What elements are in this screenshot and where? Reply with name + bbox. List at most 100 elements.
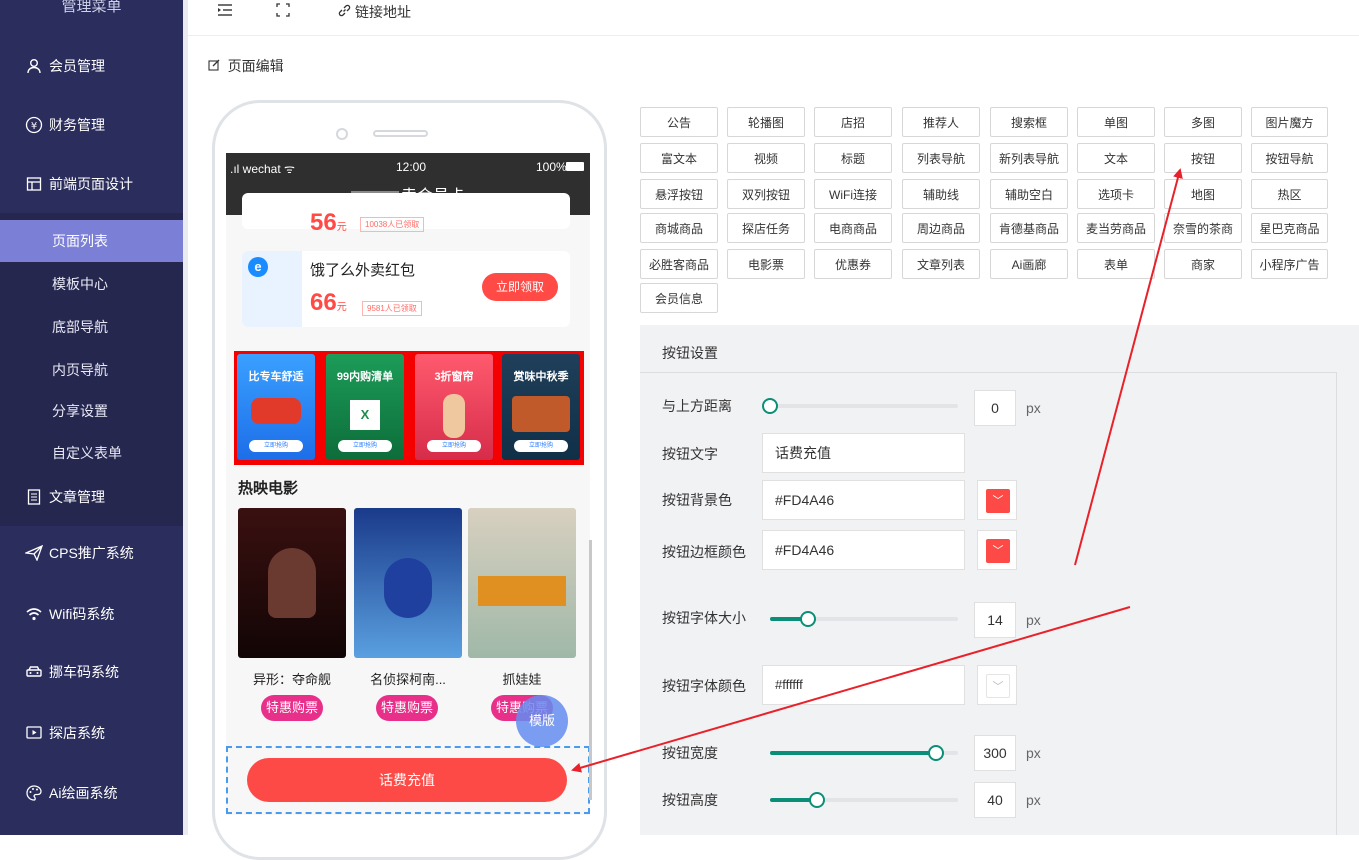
component-button[interactable]: 周边商品 — [902, 213, 980, 243]
movie-poster[interactable] — [354, 508, 462, 658]
sidebar-subitem-bottom-nav[interactable]: 底部导航 — [0, 306, 183, 348]
component-button[interactable]: 热区 — [1251, 179, 1328, 209]
component-button[interactable]: 按钮 — [1164, 143, 1242, 173]
height-input[interactable]: 40 — [974, 782, 1016, 818]
slider-knob[interactable] — [800, 611, 816, 627]
sidebar-item-parking[interactable]: 挪车码系统 — [0, 643, 183, 701]
component-button[interactable]: 视频 — [727, 143, 805, 173]
component-button[interactable]: 商城商品 — [640, 213, 718, 243]
component-button[interactable]: 必胜客商品 — [640, 249, 718, 279]
sidebar-item-cps[interactable]: CPS推广系统 — [0, 524, 183, 582]
excel-icon: X — [350, 400, 380, 430]
component-button[interactable]: 双列按钮 — [727, 179, 805, 209]
component-button[interactable]: 搜索框 — [990, 107, 1068, 137]
buy-ticket-button[interactable]: 特惠购票 — [376, 695, 438, 721]
component-button[interactable]: 悬浮按钮 — [640, 179, 718, 209]
component-button[interactable]: 图片魔方 — [1251, 107, 1328, 137]
slider-knob[interactable] — [762, 398, 778, 414]
promo-banner: 比专车舒适 立即抢购 99内购清单 X 立即抢购 3折窗帘 立即抢购 赏味中秋季… — [234, 351, 584, 465]
height-slider[interactable] — [770, 792, 958, 808]
font-size-input[interactable]: 14 — [974, 602, 1016, 638]
font-color-input[interactable]: #ffffff — [762, 665, 965, 705]
component-button[interactable]: 辅助空白 — [990, 179, 1068, 209]
sidebar-subitem-page-list[interactable]: 页面列表 — [0, 220, 183, 262]
link-address-button[interactable]: 链接地址 — [338, 2, 411, 22]
sidebar-item-members[interactable]: 会员管理 — [0, 37, 183, 95]
buy-ticket-button[interactable]: 特惠购票 — [261, 695, 323, 721]
component-button[interactable]: 电影票 — [727, 249, 805, 279]
slider-knob[interactable] — [928, 745, 944, 761]
component-button[interactable]: 选项卡 — [1077, 179, 1155, 209]
slider-knob[interactable] — [809, 792, 825, 808]
component-button[interactable]: 单图 — [1077, 107, 1155, 137]
banner-card[interactable]: 赏味中秋季 立即抢购 — [502, 354, 580, 460]
sidebar-item-finance[interactable]: ¥ 财务管理 — [0, 96, 183, 154]
coupon-claim-button[interactable]: 立即领取 — [482, 273, 558, 301]
width-slider[interactable] — [770, 745, 958, 761]
component-button[interactable]: 推荐人 — [902, 107, 980, 137]
component-button[interactable]: 辅助线 — [902, 179, 980, 209]
component-button[interactable]: 奈雪的茶商 — [1164, 213, 1242, 243]
template-float-button[interactable]: 模版 — [516, 695, 568, 747]
component-button[interactable]: 地图 — [1164, 179, 1242, 209]
component-button[interactable]: 星巴克商品 — [1251, 213, 1328, 243]
recharge-button-preview[interactable]: 话费充值 — [247, 758, 567, 802]
poster-art — [478, 576, 566, 606]
border-color-picker[interactable]: ﹀ — [977, 530, 1017, 570]
bg-color-input[interactable]: #FD4A46 — [762, 480, 965, 520]
component-button[interactable]: 店招 — [814, 107, 892, 137]
banner-title: 3折窗帘 — [434, 371, 474, 383]
component-button[interactable]: 新列表导航 — [990, 143, 1068, 173]
component-button[interactable]: WiFi连接 — [814, 179, 892, 209]
phone-scrollbar[interactable] — [589, 540, 592, 800]
fullscreen-icon[interactable] — [276, 3, 290, 20]
mooncake-image — [512, 396, 570, 432]
component-button[interactable]: 富文本 — [640, 143, 718, 173]
banner-card[interactable]: 99内购清单 X 立即抢购 — [326, 354, 404, 460]
component-button[interactable]: 会员信息 — [640, 283, 718, 313]
component-button[interactable]: 探店任务 — [727, 213, 805, 243]
component-button[interactable]: 商家 — [1164, 249, 1242, 279]
component-button[interactable]: 公告 — [640, 107, 718, 137]
movie-poster[interactable] — [468, 508, 576, 658]
component-button[interactable]: 按钮导航 — [1251, 143, 1328, 173]
sidebar-item-ai-painting[interactable]: Ai绘画系统 — [0, 764, 183, 822]
unit-label: px — [1026, 792, 1041, 808]
component-button[interactable]: 小程序广告 — [1251, 249, 1328, 279]
sidebar-item-articles[interactable]: 文章管理 — [0, 468, 183, 526]
send-icon — [25, 544, 43, 562]
sidebar-subitem-inner-nav[interactable]: 内页导航 — [0, 349, 183, 391]
component-button[interactable]: 轮播图 — [727, 107, 805, 137]
sidebar-item-frontend-design[interactable]: 前端页面设计 — [0, 155, 183, 213]
banner-card[interactable]: 3折窗帘 立即抢购 — [415, 354, 493, 460]
component-button[interactable]: 多图 — [1164, 107, 1242, 137]
component-button[interactable]: 文本 — [1077, 143, 1155, 173]
border-color-input[interactable]: #FD4A46 — [762, 530, 965, 570]
component-button[interactable]: 表单 — [1077, 249, 1155, 279]
component-button[interactable]: 电商商品 — [814, 213, 892, 243]
component-button[interactable]: 优惠券 — [814, 249, 892, 279]
top-margin-input[interactable]: 0 — [974, 390, 1016, 426]
sidebar-subitem-share-settings[interactable]: 分享设置 — [0, 390, 183, 432]
coupon-name: 饿了么外卖红包 — [310, 262, 416, 279]
button-text-input[interactable]: 话费充值 — [762, 433, 965, 473]
movie-poster[interactable] — [238, 508, 346, 658]
component-button[interactable]: 列表导航 — [902, 143, 980, 173]
width-input[interactable]: 300 — [974, 735, 1016, 771]
banner-title: 赏味中秋季 — [513, 371, 569, 383]
sidebar-item-explore[interactable]: 探店系统 — [0, 704, 183, 762]
component-button[interactable]: 肯德基商品 — [990, 213, 1068, 243]
component-button[interactable]: 标题 — [814, 143, 892, 173]
font-color-picker[interactable]: ﹀ — [977, 665, 1017, 705]
sidebar-item-label: Wifi码系统 — [49, 606, 115, 622]
component-button[interactable]: Ai画廊 — [990, 249, 1068, 279]
component-button[interactable]: 麦当劳商品 — [1077, 213, 1155, 243]
banner-card[interactable]: 比专车舒适 立即抢购 — [237, 354, 315, 460]
font-size-slider[interactable] — [770, 611, 958, 627]
component-button[interactable]: 文章列表 — [902, 249, 980, 279]
bg-color-picker[interactable]: ﹀ — [977, 480, 1017, 520]
sidebar-item-wifi[interactable]: Wifi码系统 — [0, 585, 183, 643]
sidebar-subitem-template-center[interactable]: 模板中心 — [0, 263, 183, 305]
collapse-menu-icon[interactable] — [217, 3, 233, 20]
top-margin-slider[interactable] — [762, 398, 958, 414]
